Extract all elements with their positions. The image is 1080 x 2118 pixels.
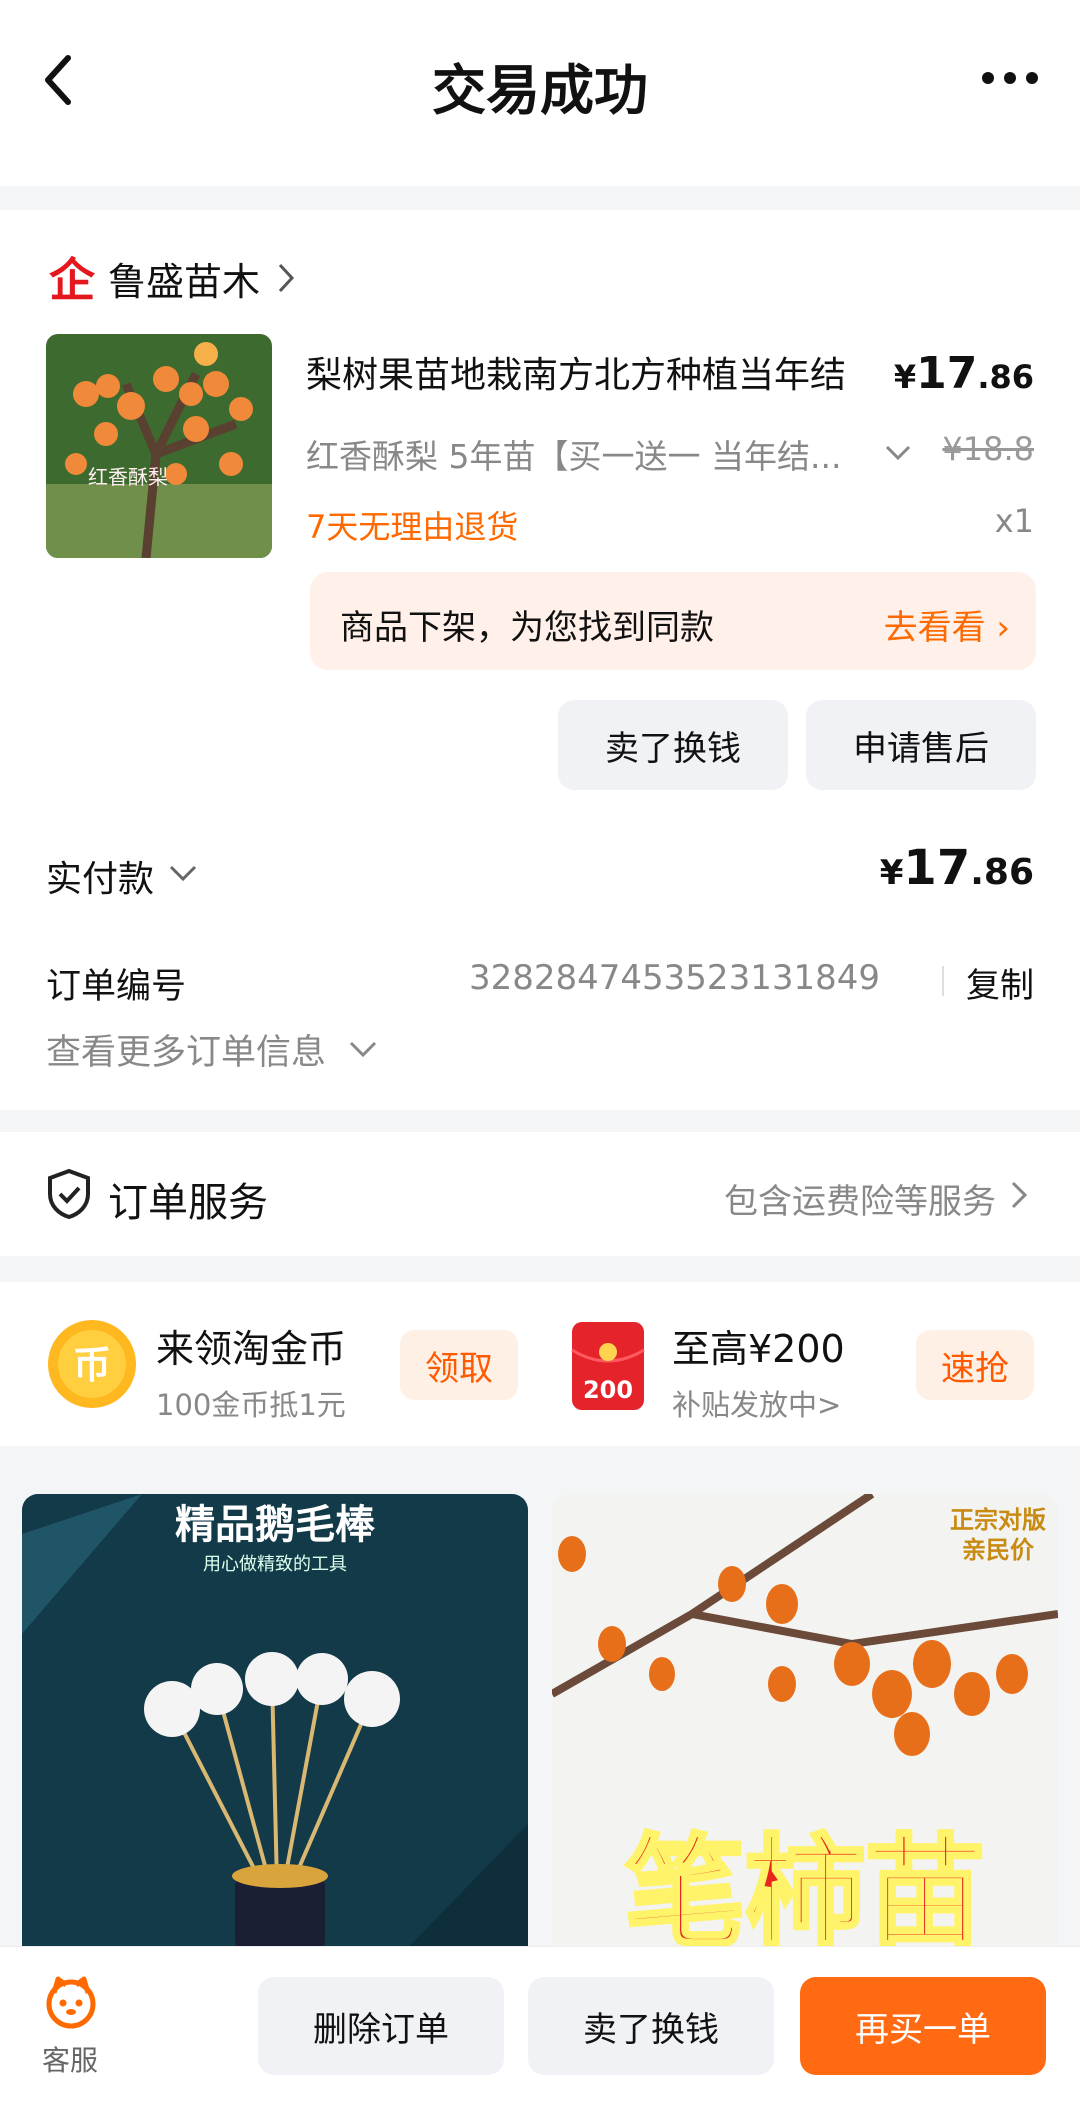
gold-coin-icon: 币 xyxy=(48,1320,136,1408)
grab-subsidy-button[interactable]: 速抢 xyxy=(916,1330,1034,1400)
recommended-product-2[interactable]: 正宗对版 亲民价 笔柿苗 xyxy=(552,1494,1058,1954)
chevron-down-icon[interactable] xyxy=(884,444,912,462)
sku-text[interactable]: 红香酥梨 5年苗【买一送一 当年结... xyxy=(306,430,841,478)
quantity: x1 xyxy=(994,502,1034,540)
shield-check-icon xyxy=(48,1168,90,1220)
product-image-overlay: 红香酥梨 xyxy=(88,465,168,489)
customer-service-label[interactable]: 客服 xyxy=(42,2039,98,2079)
product-title[interactable]: 梨树果苗地栽南方北方种植当年结 xyxy=(306,346,886,398)
copy-button[interactable]: 复制 xyxy=(966,958,1034,1007)
chevron-down-icon[interactable] xyxy=(168,864,198,884)
more-options-icon[interactable] xyxy=(980,68,1040,88)
coin-subtitle: 100金币抵1元 xyxy=(156,1388,346,1422)
claim-coin-button[interactable]: 领取 xyxy=(400,1330,518,1400)
svg-text:200: 200 xyxy=(583,1376,633,1404)
delete-order-button[interactable]: 删除订单 xyxy=(258,1977,504,2075)
svg-text:币: 币 xyxy=(73,1343,111,1387)
see-similar-link[interactable]: 去看看 › xyxy=(884,600,1010,649)
product-image[interactable]: 红香酥梨 xyxy=(46,334,272,558)
chevron-right-icon xyxy=(278,263,295,293)
page-title: 交易成功 xyxy=(432,59,648,122)
shop-link[interactable]: 企 鲁盛苗木 xyxy=(46,250,296,306)
tile-tag-line2: 亲民价 xyxy=(962,1536,1035,1564)
sell-item-button[interactable]: 卖了换钱 xyxy=(558,700,788,790)
tile-headline: 笔柿苗 xyxy=(625,1824,985,1954)
tile-headline: 精品鹅毛棒 xyxy=(175,1502,376,1548)
subsidy-subtitle: 补贴发放中> xyxy=(672,1388,842,1422)
coupon-bar: 币 来领淘金币 100金币抵1元 领取 200 至高¥200 补贴发放中> 速抢 xyxy=(0,1282,1080,1446)
original-price: ¥18.8 xyxy=(942,430,1034,468)
customer-service-icon[interactable] xyxy=(44,1975,98,2029)
buy-again-button[interactable]: 再买一单 xyxy=(800,1977,1046,2075)
product-price: ¥17.86 xyxy=(893,348,1034,399)
paid-amount: ¥17.86 xyxy=(879,840,1034,896)
more-order-info-link[interactable]: 查看更多订单信息 xyxy=(46,1024,326,1075)
sell-button[interactable]: 卖了换钱 xyxy=(528,1977,774,2075)
notice-text: 商品下架，为您找到同款 xyxy=(340,608,714,648)
chevron-down-icon[interactable] xyxy=(348,1040,378,1060)
recommended-product-1[interactable]: 精品鹅毛棒 用心做精致的工具 xyxy=(22,1494,528,1954)
order-card: 企 鲁盛苗木 红香酥梨 梨树果苗地栽南方北方种植当年结 ¥17.86 红香酥梨 … xyxy=(0,210,1080,1110)
return-policy: 7天无理由退货 xyxy=(306,508,519,546)
divider xyxy=(942,966,944,996)
top-nav-bar: 交易成功 xyxy=(0,0,1080,186)
enterprise-shop-icon: 企 xyxy=(49,253,96,304)
red-packet-icon: 200 xyxy=(571,1322,645,1410)
after-sale-button[interactable]: 申请售后 xyxy=(806,700,1036,790)
order-number-label: 订单编号 xyxy=(46,967,187,1007)
tile-tag-line1: 正宗对版 xyxy=(950,1506,1046,1534)
order-number: 3282847453523131849 xyxy=(468,958,880,998)
order-service-row[interactable]: 订单服务 包含运费险等服务 xyxy=(0,1132,1080,1256)
subsidy-title: 至高¥200 xyxy=(672,1327,845,1371)
chevron-right-icon xyxy=(1011,1181,1028,1209)
service-description: 包含运费险等服务 xyxy=(724,1182,996,1222)
paid-amount-label[interactable]: 实付款 xyxy=(46,850,154,902)
delisted-notice[interactable]: 商品下架，为您找到同款 去看看 › xyxy=(310,572,1036,670)
service-label: 订单服务 xyxy=(108,1180,268,1226)
shop-name: 鲁盛苗木 xyxy=(108,259,261,304)
tile-subline: 用心做精致的工具 xyxy=(203,1554,347,1575)
bottom-action-bar: 客服 删除订单 卖了换钱 再买一单 xyxy=(0,1946,1080,2118)
svg-text:企: 企 xyxy=(49,253,96,304)
coin-title: 来领淘金币 xyxy=(156,1327,347,1371)
